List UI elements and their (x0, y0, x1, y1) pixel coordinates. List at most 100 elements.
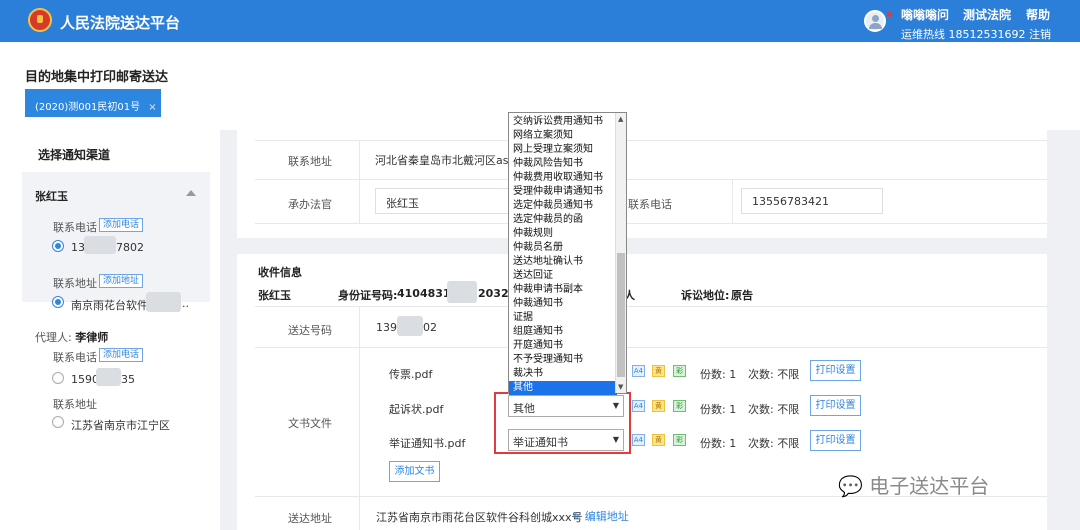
a4-badge[interactable]: A4 (632, 400, 645, 412)
address-label: 联系地址 (288, 155, 332, 168)
dropdown-option[interactable]: 其他 (509, 381, 617, 395)
dropdown-option[interactable]: 不予受理通知书 (509, 353, 617, 367)
redacted-blur (397, 316, 423, 336)
dropdown-option[interactable]: 网络立案须知 (509, 129, 617, 143)
dropdown-option[interactable]: 仲裁申请书副本 (509, 283, 617, 297)
address-radio[interactable] (52, 296, 64, 308)
print-settings-button[interactable]: 打印设置 (810, 395, 861, 416)
yellow-badge[interactable]: 黄 (652, 365, 665, 377)
print-settings-button[interactable]: 打印设置 (810, 360, 861, 381)
document-name: 起诉状.pdf (389, 403, 444, 416)
channel-title: 选择通知渠道 (38, 148, 111, 162)
add-document-button[interactable]: 添加文书 (389, 461, 440, 482)
court-emblem-icon (28, 8, 52, 32)
dropdown-option[interactable]: 仲裁风险告知书 (509, 157, 617, 171)
number-suffix: 02 (423, 321, 437, 334)
edit-address-label: 编辑地址 (584, 510, 629, 523)
case-tab[interactable]: (2020)测001民初01号 × (25, 89, 161, 117)
dropdown-option[interactable]: 受理仲裁申请通知书 (509, 185, 617, 199)
dropdown-option[interactable]: 仲裁员名册 (509, 241, 617, 255)
dropdown-option[interactable]: 送达地址确认书 (509, 255, 617, 269)
dropdown-option[interactable]: 交纳诉讼费用通知书 (509, 115, 617, 129)
redacted-blur (84, 236, 116, 254)
scroll-up-icon[interactable]: ▲ (618, 115, 623, 123)
a4-badge[interactable]: A4 (632, 365, 645, 377)
divider (255, 179, 1047, 180)
times-text: 次数: 不限 (748, 368, 800, 381)
receiver-name: 张红玉 (258, 289, 291, 302)
user-name[interactable]: 嗡嗡嗡问 (901, 6, 949, 23)
page-title: 目的地集中打印邮寄送达 (25, 70, 169, 85)
redacted-blur (146, 292, 181, 312)
agent-phone-radio[interactable] (52, 372, 64, 384)
copies-text: 份数: 1 (700, 403, 737, 416)
app-title: 人民法院送达平台 (60, 14, 181, 32)
dropdown-option[interactable]: 组庭通知书 (509, 325, 617, 339)
dropdown-option[interactable]: 选定仲裁员通知书 (509, 199, 617, 213)
dropdown-option[interactable]: 仲裁费用收取通知书 (509, 171, 617, 185)
highlight-box (494, 392, 631, 454)
party-name: 张红玉 (35, 190, 68, 203)
collapse-up-icon[interactable] (186, 190, 196, 196)
dropdown-scrollbar[interactable]: ▲ ▼ (615, 113, 626, 393)
number-prefix: 139 (376, 321, 397, 334)
document-type-dropdown[interactable]: 交纳诉讼费用通知书 网络立案须知 网上受理立案须知 仲裁风险告知书 仲裁费用收取通知书受… (508, 112, 627, 395)
judge-field[interactable]: 张红玉 (375, 188, 510, 214)
id-suffix: 2032 (478, 287, 509, 300)
number-label: 送达号码 (288, 324, 332, 337)
court-name: 测试法院 (963, 8, 1012, 22)
party-phone-prefix: 13 (71, 241, 85, 254)
case-tab-label: (2020)测001民初01号 (35, 102, 141, 113)
color-badge[interactable]: 彩 (673, 400, 686, 412)
scrollbar-thumb[interactable] (617, 253, 625, 377)
dropdown-option[interactable]: 裁决书 (509, 367, 617, 381)
dropdown-option[interactable]: 证据 (509, 311, 617, 325)
redacted-blur (96, 368, 121, 386)
agent-address: 江苏省南京市江宁区 (71, 419, 170, 432)
color-badge[interactable]: 彩 (673, 434, 686, 446)
divider (359, 140, 360, 224)
watermark-text: 电子送达平台 (869, 474, 990, 498)
send-address-value: 江苏省南京市雨花台区软件谷科创城xxx号 (376, 511, 583, 524)
party-phone-label: 联系电话 (53, 221, 97, 234)
help-link[interactable]: 帮助 (1026, 6, 1050, 23)
receiver-section-title: 收件信息 (258, 266, 302, 279)
print-settings-button[interactable]: 打印设置 (810, 430, 861, 451)
dropdown-option[interactable]: 开庭通知书 (509, 339, 617, 353)
agent-label: 代理人: 李律师 (35, 329, 108, 345)
color-badge[interactable]: 彩 (673, 365, 686, 377)
add-phone-button[interactable]: 添加电话 (99, 218, 144, 232)
dropdown-option[interactable]: 选定仲裁员的函 (509, 213, 617, 227)
add-address-button[interactable]: 添加地址 (99, 274, 144, 288)
yellow-badge[interactable]: 黄 (652, 400, 665, 412)
scroll-down-icon[interactable]: ▼ (618, 383, 623, 391)
address-value: 河北省秦皇岛市北戴河区asd (375, 154, 516, 167)
phone-field[interactable]: 13556783421 (741, 188, 883, 214)
case-info-card: 联系地址 河北省秦皇岛市北戴河区asd 承办法官 张红玉 联系电话 135567… (237, 130, 1047, 238)
status-value: 原告 (731, 289, 753, 302)
yellow-badge[interactable]: 黄 (652, 434, 665, 446)
dropdown-option[interactable]: 网上受理立案须知 (509, 143, 617, 157)
agent-add-phone-button[interactable]: 添加电话 (99, 348, 144, 362)
logout-link[interactable]: 注销 (1029, 26, 1051, 42)
edit-address-link[interactable]: ✎ 编辑地址 (572, 508, 629, 524)
divider (255, 347, 1047, 348)
hotline-text: 运维热线 18512531692 (901, 28, 1026, 41)
dropdown-option[interactable]: 仲裁通知书 (509, 297, 617, 311)
times-text: 次数: 不限 (748, 437, 800, 450)
edit-icon: ✎ (572, 510, 582, 523)
divider (255, 140, 1047, 141)
party-address-label: 联系地址 (53, 277, 97, 290)
user-avatar-icon[interactable] (864, 10, 886, 32)
dropdown-option[interactable]: 送达回证 (509, 269, 617, 283)
divider (732, 179, 733, 224)
judge-label: 承办法官 (288, 198, 332, 211)
agent-address-radio[interactable] (52, 416, 64, 428)
close-icon[interactable]: × (148, 102, 156, 113)
documents-label: 文书文件 (288, 417, 332, 430)
top-bar: 人民法院送达平台 嗡嗡嗡问 测试法院 帮助 运维热线 18512531692 注… (0, 0, 1080, 42)
a4-badge[interactable]: A4 (632, 434, 645, 446)
phone-radio[interactable] (52, 240, 64, 252)
dropdown-option[interactable]: 仲裁规则 (509, 227, 617, 241)
redacted-blur (447, 281, 477, 303)
